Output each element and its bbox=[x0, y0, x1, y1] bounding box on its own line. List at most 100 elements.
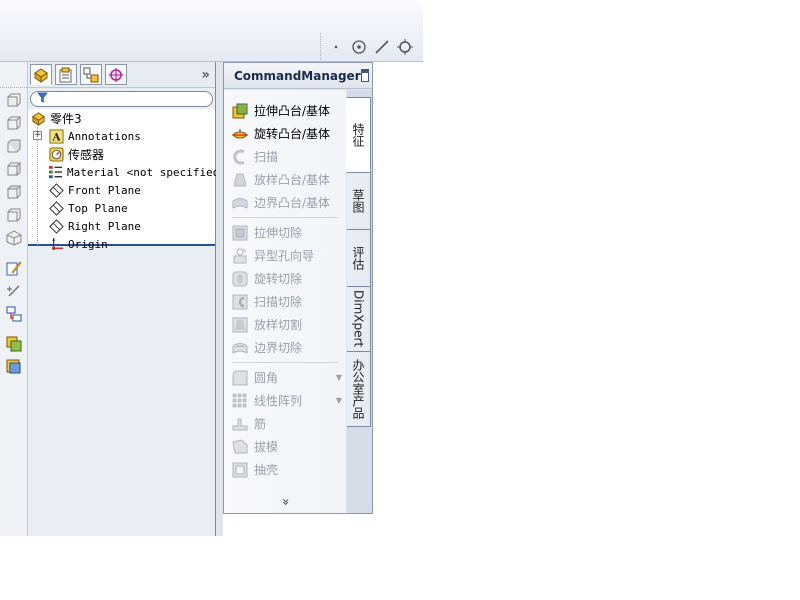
insert-component-icon[interactable] bbox=[3, 356, 25, 378]
tree-item-front-plane[interactable]: Front Plane bbox=[28, 181, 215, 199]
command-label: 扫描切除 bbox=[254, 295, 303, 309]
hole-wizard-button[interactable]: 异型孔向导 bbox=[224, 244, 346, 267]
command-label: 放样凸台/基体 bbox=[254, 173, 331, 187]
tree-item-label: Front Plane bbox=[68, 183, 141, 197]
swept-boss-button[interactable]: 扫描 bbox=[224, 145, 346, 168]
feature-manager-tab-bar: » bbox=[28, 62, 215, 88]
smart-dimension-icon[interactable] bbox=[3, 280, 25, 302]
boundary-boss-icon bbox=[232, 195, 248, 211]
sensor-icon bbox=[48, 146, 64, 162]
view-left-icon[interactable] bbox=[3, 135, 25, 157]
tab-features[interactable]: 特征 bbox=[346, 97, 371, 173]
command-label: 旋转切除 bbox=[254, 272, 303, 286]
draft-icon bbox=[232, 438, 248, 455]
expand-panel-button[interactable]: » bbox=[201, 67, 210, 83]
revolved-boss-button[interactable]: 旋转凸台/基体 bbox=[224, 122, 346, 145]
sketch-icon[interactable] bbox=[3, 257, 25, 279]
command-manager-tabs: 特征 草图 评估 DimXpert 办公室产品 bbox=[346, 90, 372, 513]
line-icon[interactable] bbox=[373, 38, 391, 56]
swept-cut-icon bbox=[232, 294, 248, 310]
boundary-cut-button[interactable]: 边界切除 bbox=[224, 336, 346, 359]
command-label: 拔模 bbox=[254, 440, 279, 454]
view-bottom-icon[interactable] bbox=[3, 204, 25, 226]
tree-item-annotations[interactable]: + A Annotations bbox=[28, 127, 215, 145]
chevron-down-icon[interactable]: ▼ bbox=[336, 373, 342, 382]
view-front-icon[interactable] bbox=[3, 89, 25, 111]
shell-icon bbox=[232, 462, 248, 478]
show-more-chevron-icon[interactable]: » bbox=[279, 496, 293, 508]
command-label: 抽壳 bbox=[254, 463, 279, 477]
view-toolbar-vertical bbox=[0, 62, 28, 536]
command-manager: CommandManager 拉伸凸台/基体 旋转凸台/基体 扫描 放样凸台/基… bbox=[223, 62, 373, 514]
solidworks-window: » 零件3 + A Annotations 传感器 Material <not … bbox=[0, 0, 800, 600]
lofted-boss-icon bbox=[232, 172, 248, 188]
isometric-view-icon[interactable] bbox=[3, 227, 25, 249]
shell-button[interactable]: 抽壳 bbox=[224, 458, 346, 481]
tree-root-label: 零件3 bbox=[50, 111, 82, 126]
tab-office-products[interactable]: 办公室产品 bbox=[347, 351, 371, 427]
linear-pattern-button[interactable]: 线性阵列 ▼ bbox=[224, 389, 346, 412]
view-right-icon[interactable] bbox=[3, 158, 25, 180]
separator bbox=[232, 362, 338, 363]
property-manager-tab[interactable] bbox=[55, 64, 77, 85]
draft-button[interactable]: 拔模 bbox=[224, 435, 346, 458]
toolbar-grip[interactable] bbox=[0, 62, 27, 88]
tree-filter-field[interactable] bbox=[30, 91, 213, 107]
rib-button[interactable]: 筋 bbox=[224, 412, 346, 435]
tree-item-sensors[interactable]: 传感器 bbox=[28, 145, 215, 163]
command-label: 边界切除 bbox=[254, 341, 303, 355]
swept-boss-icon bbox=[232, 149, 248, 165]
view-top-icon[interactable] bbox=[3, 181, 25, 203]
tree-root-part[interactable]: 零件3 bbox=[28, 109, 215, 127]
circle-crosshair-icon[interactable] bbox=[396, 38, 414, 56]
command-manager-title-bar[interactable]: CommandManager bbox=[224, 63, 372, 89]
revolved-cut-button[interactable]: 旋转切除 bbox=[224, 267, 346, 290]
boundary-boss-button[interactable]: 边界凸台/基体 bbox=[224, 191, 346, 214]
extruded-cut-button[interactable]: 拉伸切除 bbox=[224, 221, 346, 244]
tree-item-label: Right Plane bbox=[68, 219, 141, 233]
revolved-cut-icon bbox=[232, 271, 248, 287]
configuration-manager-tab[interactable] bbox=[80, 64, 102, 85]
expand-toggle[interactable]: + bbox=[33, 131, 42, 140]
extruded-boss-icon bbox=[232, 103, 248, 119]
tree-item-material[interactable]: Material <not specified> bbox=[28, 163, 226, 181]
tree-item-right-plane[interactable]: Right Plane bbox=[28, 217, 215, 235]
tree-item-label: Top Plane bbox=[68, 201, 128, 215]
tab-evaluate[interactable]: 评估 bbox=[347, 229, 371, 287]
chevron-down-icon[interactable]: ▼ bbox=[336, 396, 342, 405]
sketch-toolbar bbox=[320, 33, 423, 60]
feature-manager-panel: » 零件3 + A Annotations 传感器 Material <not … bbox=[28, 62, 226, 536]
extruded-boss-button[interactable]: 拉伸凸台/基体 bbox=[224, 99, 346, 122]
command-label: 拉伸凸台/基体 bbox=[254, 104, 331, 118]
dimxpert-manager-tab[interactable] bbox=[105, 64, 127, 85]
panel-splitter[interactable] bbox=[216, 62, 223, 536]
command-label: 放样切割 bbox=[254, 318, 303, 332]
tab-sketch[interactable]: 草图 bbox=[347, 172, 371, 230]
lofted-cut-button[interactable]: 放样切割 bbox=[224, 313, 346, 336]
material-icon bbox=[48, 164, 63, 180]
tree-item-top-plane[interactable]: Top Plane bbox=[28, 199, 215, 217]
fillet-icon bbox=[232, 370, 248, 386]
plane-icon bbox=[48, 200, 64, 216]
relations-icon[interactable] bbox=[3, 303, 25, 325]
annotations-icon: A bbox=[48, 128, 64, 144]
feature-manager-tab[interactable] bbox=[30, 64, 52, 85]
tab-dimxpert[interactable]: DimXpert bbox=[347, 286, 371, 352]
lofted-cut-icon bbox=[232, 317, 248, 333]
fillet-button[interactable]: 圆角 ▼ bbox=[224, 366, 346, 389]
swept-cut-button[interactable]: 扫描切除 bbox=[224, 290, 346, 313]
tree-item-label: Material <not specified> bbox=[67, 165, 226, 179]
lofted-boss-button[interactable]: 放样凸台/基体 bbox=[224, 168, 346, 191]
view-back-icon[interactable] bbox=[3, 112, 25, 134]
revolved-boss-icon bbox=[232, 126, 248, 142]
tree-item-label: Origin bbox=[68, 237, 108, 251]
dot-icon[interactable] bbox=[327, 38, 345, 56]
filter-icon bbox=[37, 92, 48, 106]
plane-icon bbox=[48, 218, 64, 234]
svg-text:A: A bbox=[51, 131, 61, 143]
dock-window-icon[interactable] bbox=[360, 69, 369, 82]
command-label: 异型孔向导 bbox=[254, 249, 315, 263]
tree-item-origin[interactable]: Origin bbox=[28, 235, 215, 253]
assembly-icon[interactable] bbox=[3, 333, 25, 355]
point-icon[interactable] bbox=[350, 38, 368, 56]
